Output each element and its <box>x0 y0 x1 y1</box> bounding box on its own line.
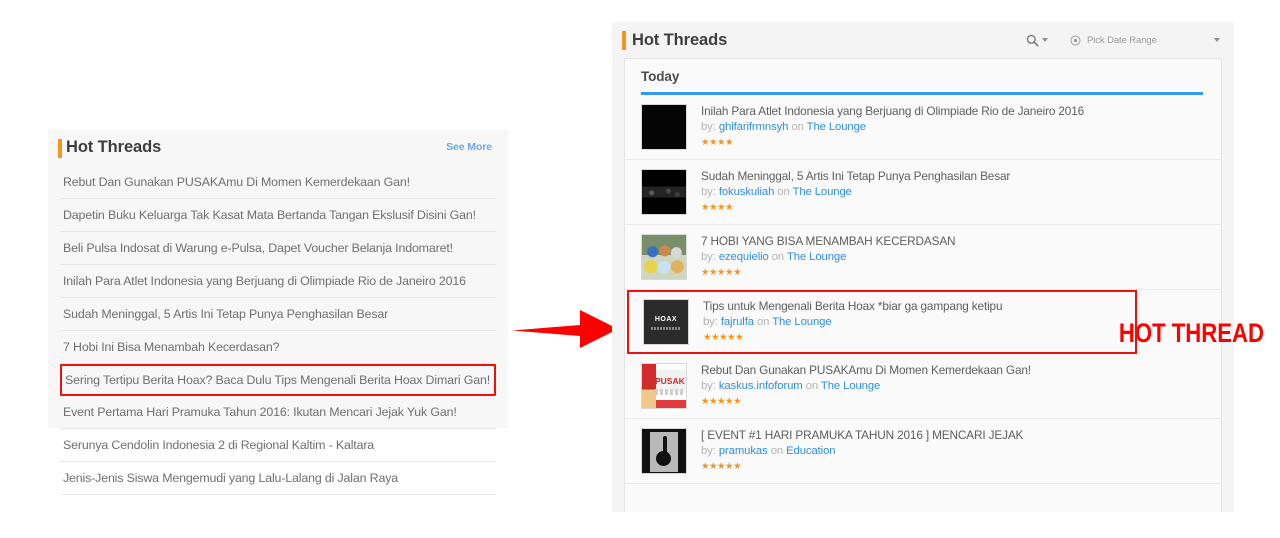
thread-author-link[interactable]: pramukas <box>719 445 768 457</box>
thread-meta: by: ghifarifrmnsyh on The Lounge <box>701 120 1084 135</box>
star-rating: ★★★★ <box>701 137 734 148</box>
on-label: on <box>777 186 790 198</box>
star-rating: ★★★★★ <box>701 267 742 278</box>
thread-author-link[interactable]: fajrulfa <box>721 316 754 328</box>
on-label: on <box>805 380 819 392</box>
thread-text: 7 HOBI YANG BISA MENAMBAH KECERDASAN by: … <box>701 234 956 279</box>
thread-author-link[interactable]: kaskus.infoforum <box>719 380 803 392</box>
thread-title[interactable]: [ EVENT #1 HARI PRAMUKA TAHUN 2016 ] MEN… <box>701 428 1023 443</box>
thread-text: [ EVENT #1 HARI PRAMUKA TAHUN 2016 ] MEN… <box>701 428 1023 473</box>
hot-thread-annotation-badge: HOT THREAD <box>1118 318 1264 348</box>
thumbnail-accent <box>642 364 656 408</box>
date-range-picker[interactable]: Pick Date Range <box>1070 35 1220 46</box>
thread-title[interactable]: Rebut Dan Gunakan PUSAKAmu Di Momen Keme… <box>701 363 1031 378</box>
thumbnail-caption: HOAX <box>654 316 678 323</box>
section-label-today: Today <box>641 69 680 84</box>
thread-thumbnail[interactable]: PUSAKA <box>641 363 687 409</box>
target-icon <box>1070 34 1081 46</box>
thread-row[interactable]: Sudah Meninggal, 5 Artis Ini Tetap Punya… <box>625 160 1221 225</box>
right-hot-threads-panel: Hot Threads Pick Date Range Today Inilah… <box>612 22 1234 512</box>
left-panel-header: Hot Threads See More <box>48 130 508 164</box>
by-label: by: <box>701 121 716 133</box>
by-label: by: <box>701 186 716 198</box>
star-rating: ★★★★★ <box>701 396 742 407</box>
chevron-down-icon <box>1214 38 1220 42</box>
thread-meta: by: kaskus.infoforum on The Lounge <box>701 379 1031 394</box>
panel-title: Hot Threads <box>632 30 728 49</box>
thumbnail-logo-stem <box>663 436 667 454</box>
on-label: on <box>771 251 785 263</box>
thumbnail-accent-bar <box>655 389 684 395</box>
by-label: by: <box>701 380 716 392</box>
thread-meta: by: fokuskuliah on The Lounge <box>701 185 1010 200</box>
thread-row[interactable]: [ EVENT #1 HARI PRAMUKA TAHUN 2016 ] MEN… <box>625 419 1221 484</box>
list-item[interactable]: Event Pertama Hari Pramuka Tahun 2016: I… <box>60 396 496 429</box>
thread-meta: by: pramukas on Education <box>701 444 1023 459</box>
header-controls: Pick Date Range <box>1026 34 1220 47</box>
thread-author-link[interactable]: fokuskuliah <box>719 186 775 198</box>
by-label: by: <box>701 251 716 263</box>
search-button[interactable] <box>1026 34 1048 47</box>
date-range-label: Pick Date Range <box>1087 34 1157 46</box>
list-item[interactable]: Beli Pulsa Indosat di Warung e-Pulsa, Da… <box>60 232 496 265</box>
thread-forum-link[interactable]: Education <box>786 445 835 457</box>
thread-title[interactable]: 7 HOBI YANG BISA MENAMBAH KECERDASAN <box>701 234 956 249</box>
by-label: by: <box>701 445 716 457</box>
list-item[interactable]: Serunya Cendolin Indonesia 2 di Regional… <box>60 429 496 462</box>
search-icon <box>1026 34 1039 47</box>
thread-title[interactable]: Sudah Meninggal, 5 Artis Ini Tetap Punya… <box>701 169 1010 184</box>
chevron-down-icon <box>1042 38 1048 42</box>
thread-text: Sudah Meninggal, 5 Artis Ini Tetap Punya… <box>701 169 1010 214</box>
thread-forum-link[interactable]: The Lounge <box>793 186 852 198</box>
thumbnail-caption: PUSAKA <box>655 376 685 386</box>
list-item[interactable]: Sudah Meninggal, 5 Artis Ini Tetap Punya… <box>60 298 496 331</box>
on-label: on <box>756 316 770 328</box>
thread-text: Tips untuk Mengenali Berita Hoax *biar g… <box>703 299 1003 344</box>
thumbnail-subcaption <box>651 327 681 330</box>
right-thread-list: Inilah Para Atlet Indonesia yang Berjuan… <box>625 95 1221 484</box>
list-item[interactable]: Sering Tertipu Berita Hoax? Baca Dulu Ti… <box>60 364 496 396</box>
thread-row[interactable]: Inilah Para Atlet Indonesia yang Berjuan… <box>625 95 1221 160</box>
star-rating: ★★★★ <box>701 202 734 213</box>
left-thread-list: Rebut Dan Gunakan PUSAKAmu Di Momen Keme… <box>60 166 496 495</box>
on-label: on <box>770 445 784 457</box>
thread-meta: by: ezequielio on The Lounge <box>701 250 955 265</box>
thread-text: Inilah Para Atlet Indonesia yang Berjuan… <box>701 104 1084 149</box>
thread-forum-link[interactable]: The Lounge <box>787 251 846 263</box>
thread-forum-link[interactable]: The Lounge <box>807 121 866 133</box>
thread-card: Today Inilah Para Atlet Indonesia yang B… <box>624 58 1222 512</box>
by-label: by: <box>703 316 718 328</box>
thread-forum-link[interactable]: The Lounge <box>772 316 831 328</box>
thread-forum-link[interactable]: The Lounge <box>821 380 880 392</box>
star-rating: ★★★★★ <box>701 461 742 472</box>
thread-title[interactable]: Tips untuk Mengenali Berita Hoax *biar g… <box>703 299 1003 314</box>
list-item[interactable]: 7 Hobi Ini Bisa Menambah Kecerdasan? <box>60 331 496 364</box>
thread-thumbnail[interactable] <box>641 234 687 280</box>
thread-text: Rebut Dan Gunakan PUSAKAmu Di Momen Keme… <box>701 363 1031 408</box>
left-hot-threads-panel: Hot Threads See More Rebut Dan Gunakan P… <box>48 130 508 495</box>
thread-meta: by: fajrulfa on The Lounge <box>703 315 1002 330</box>
thread-author-link[interactable]: ezequielio <box>719 251 769 263</box>
list-item[interactable]: Dapetin Buku Keluarga Tak Kasat Mata Ber… <box>60 199 496 232</box>
page-title: Hot Threads <box>66 137 162 156</box>
list-item[interactable]: Jenis-Jenis Siswa Mengemudi yang Lalu-La… <box>60 462 496 495</box>
thread-row[interactable]: 7 HOBI YANG BISA MENAMBAH KECERDASAN by: … <box>625 225 1221 290</box>
list-item[interactable]: Inilah Para Atlet Indonesia yang Berjuan… <box>60 265 496 298</box>
list-item[interactable]: Rebut Dan Gunakan PUSAKAmu Di Momen Keme… <box>60 166 496 199</box>
thread-thumbnail[interactable]: HOAX <box>643 299 689 345</box>
thread-row[interactable]: HOAX Tips untuk Mengenali Berita Hoax *bi… <box>627 290 1137 354</box>
thread-thumbnail[interactable] <box>641 428 687 474</box>
thread-author-link[interactable]: ghifarifrmnsyh <box>719 121 789 133</box>
on-label: on <box>791 121 804 133</box>
accent-bar <box>622 31 626 50</box>
see-more-link[interactable]: See More <box>446 141 492 153</box>
right-panel-header: Hot Threads Pick Date Range <box>612 22 1234 58</box>
thread-thumbnail[interactable] <box>641 169 687 215</box>
accent-bar <box>58 139 62 158</box>
right-arrow-icon <box>512 310 618 348</box>
thread-title[interactable]: Inilah Para Atlet Indonesia yang Berjuan… <box>701 104 1084 119</box>
thread-thumbnail[interactable] <box>641 104 687 150</box>
star-rating: ★★★★★ <box>703 332 744 343</box>
thread-row[interactable]: PUSAKA Rebut Dan Gunakan PUSAKAmu Di Mome… <box>625 354 1221 419</box>
